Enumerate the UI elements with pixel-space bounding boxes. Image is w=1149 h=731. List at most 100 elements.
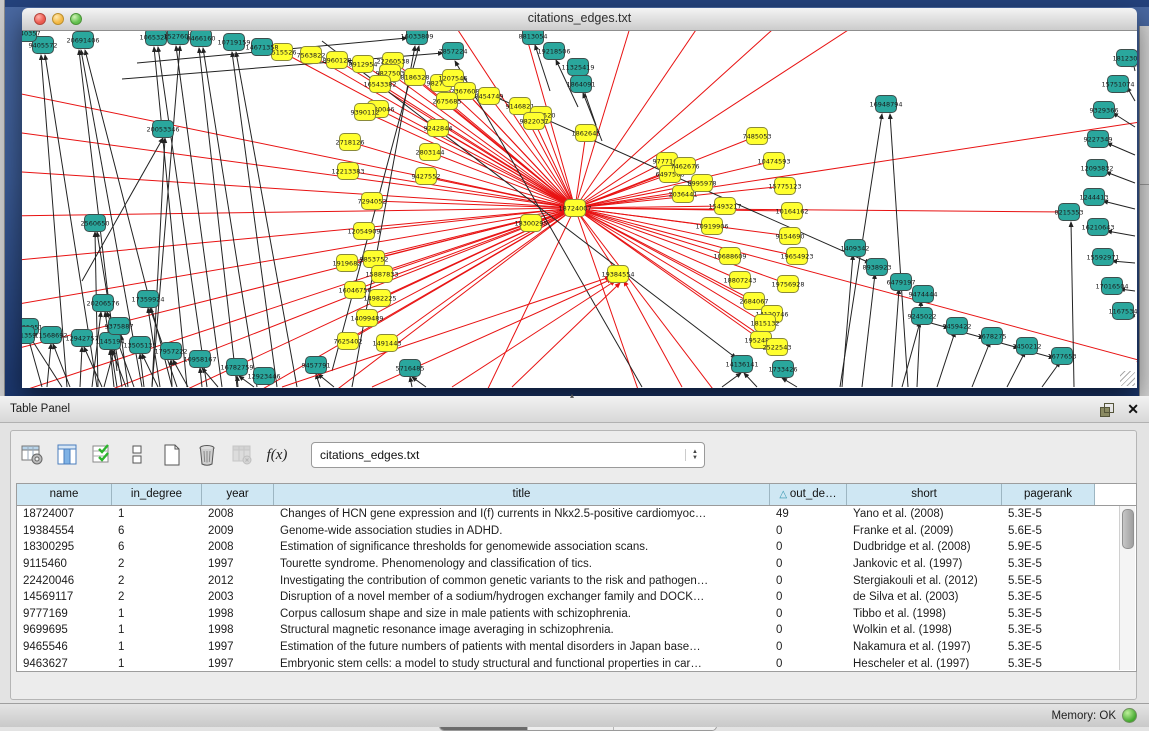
network-node[interactable]: 15751074 — [1101, 76, 1134, 93]
table-cell[interactable]: 49 — [770, 508, 847, 520]
network-node[interactable]: 2718126 — [336, 134, 365, 151]
table-cell[interactable]: 18300295 — [17, 541, 112, 553]
network-node[interactable]: 7563822 — [297, 47, 326, 64]
network-node[interactable]: 7294052 — [358, 193, 387, 210]
network-node[interactable]: 12213383 — [331, 163, 364, 180]
table-cell[interactable]: 5.3E-5 — [1002, 508, 1095, 520]
table-row[interactable]: 946362711997Embryonic stem cells: a mode… — [17, 655, 1136, 672]
network-node[interactable]: 9474444 — [909, 286, 938, 303]
scrollbar-thumb[interactable] — [1122, 509, 1134, 549]
table-row[interactable]: 911546021997Tourette syndrome. Phenomeno… — [17, 556, 1136, 573]
delete-column-button[interactable] — [194, 442, 220, 468]
table-cell[interactable]: 9699695 — [17, 624, 112, 636]
edge[interactable] — [1107, 143, 1135, 155]
edge[interactable] — [232, 52, 277, 387]
network-node[interactable]: 8813054 — [519, 31, 548, 45]
network-node[interactable]: 1491443 — [373, 335, 402, 352]
edge[interactable] — [722, 373, 741, 387]
network-node[interactable]: 5716485 — [396, 360, 425, 377]
column-header-title[interactable]: title — [274, 484, 770, 505]
edge[interactable] — [22, 171, 575, 208]
network-node[interactable]: 16210643 — [1081, 219, 1114, 236]
edge[interactable] — [316, 374, 320, 387]
table-cell[interactable]: 2008 — [202, 508, 274, 520]
network-node[interactable]: 19756928 — [771, 276, 804, 293]
network-node[interactable]: 2522543 — [763, 339, 792, 356]
table-cell[interactable]: 9463627 — [17, 658, 112, 670]
edge[interactable] — [890, 114, 908, 387]
edge[interactable] — [575, 208, 642, 388]
network-node[interactable]: 19218506 — [537, 43, 570, 60]
edge[interactable] — [199, 48, 237, 387]
row-height-button[interactable] — [124, 442, 150, 468]
show-columns-button[interactable] — [54, 442, 80, 468]
edge[interactable] — [1007, 352, 1025, 387]
network-node[interactable]: 9227349 — [1084, 131, 1113, 148]
network-node[interactable]: 1145194 — [96, 333, 125, 350]
table-cell[interactable]: 1 — [112, 608, 202, 620]
edge[interactable] — [82, 138, 163, 281]
network-node[interactable]: 9822037 — [520, 113, 549, 130]
table-cell[interactable]: 22420046 — [17, 575, 112, 587]
network-node[interactable]: 8960128 — [323, 52, 352, 69]
table-cell[interactable]: 5.3E-5 — [1002, 624, 1095, 636]
table-row[interactable]: 1938455462009Genome-wide association stu… — [17, 523, 1136, 540]
edge[interactable] — [512, 283, 620, 387]
table-cell[interactable]: Investigating the contribution of common… — [274, 575, 770, 587]
table-cell[interactable]: 0 — [770, 608, 847, 620]
edge[interactable] — [410, 377, 412, 387]
function-builder-button[interactable]: f(x) — [264, 442, 290, 468]
network-node[interactable]: 1812304 — [1113, 50, 1137, 67]
edge[interactable] — [80, 347, 82, 387]
table-cell[interactable]: Corpus callosum shape and size in male p… — [274, 608, 770, 620]
network-node[interactable]: 10919906 — [695, 218, 728, 235]
edge[interactable] — [318, 374, 334, 387]
network-node[interactable]: 12093832 — [1080, 160, 1113, 177]
table-cell[interactable]: 9465546 — [17, 641, 112, 653]
edge[interactable] — [1107, 231, 1135, 236]
table-cell[interactable]: 1 — [112, 508, 202, 520]
table-cell[interactable]: Structural magnetic resonance image aver… — [274, 624, 770, 636]
table-vertical-scrollbar[interactable] — [1119, 506, 1135, 670]
column-header-year[interactable]: year — [202, 484, 274, 505]
edge[interactable] — [412, 377, 426, 387]
network-node[interactable]: 9853752 — [360, 251, 389, 268]
table-cell[interactable]: 5.3E-5 — [1002, 608, 1095, 620]
table-cell[interactable]: 6 — [112, 525, 202, 537]
table-cell[interactable]: Wolkin et al. (1998) — [847, 624, 1002, 636]
network-node[interactable]: 1167534 — [1109, 303, 1137, 320]
edge[interactable] — [575, 31, 632, 208]
network-node[interactable]: 10958167 — [183, 351, 216, 368]
table-cell[interactable]: Changes of HCN gene expression and I(f) … — [274, 508, 770, 520]
network-node[interactable]: 12942757 — [65, 330, 98, 347]
network-node[interactable]: 9154690 — [776, 228, 805, 245]
network-node[interactable]: 14136141 — [725, 356, 758, 373]
table-cell[interactable]: 1 — [112, 624, 202, 636]
edge[interactable] — [575, 31, 862, 208]
edge[interactable] — [972, 342, 990, 387]
table-cell[interactable]: Estimation of significance thresholds fo… — [274, 541, 770, 553]
edge[interactable] — [47, 344, 51, 387]
table-cell[interactable]: 9115460 — [17, 558, 112, 570]
edge[interactable] — [1103, 201, 1135, 209]
edge[interactable] — [937, 332, 955, 387]
column-header-pagerank[interactable]: pagerank — [1002, 484, 1095, 505]
table-cell[interactable]: 0 — [770, 658, 847, 670]
table-cell[interactable]: 1 — [112, 641, 202, 653]
network-node[interactable]: 20691406 — [66, 32, 99, 49]
edge[interactable] — [387, 208, 575, 343]
table-cell[interactable]: 2 — [112, 575, 202, 587]
table-row[interactable]: 1830029562008Estimation of significance … — [17, 539, 1136, 556]
canvas-resize-grip[interactable] — [1120, 371, 1135, 386]
table-cell[interactable]: 0 — [770, 624, 847, 636]
edge[interactable] — [22, 131, 575, 208]
table-cell[interactable]: Nakamura et al. (1997) — [847, 641, 1002, 653]
table-cell[interactable]: Disruption of a novel member of a sodium… — [274, 591, 770, 603]
network-node[interactable]: 7625402 — [334, 333, 363, 350]
table-cell[interactable]: 5.3E-5 — [1002, 641, 1095, 653]
network-node[interactable]: 9375887 — [105, 318, 134, 335]
network-node[interactable]: 10474593 — [757, 153, 790, 170]
network-node[interactable]: 9459422 — [943, 318, 972, 335]
network-node[interactable]: 16033809 — [400, 31, 433, 45]
table-cell[interactable]: 0 — [770, 541, 847, 553]
